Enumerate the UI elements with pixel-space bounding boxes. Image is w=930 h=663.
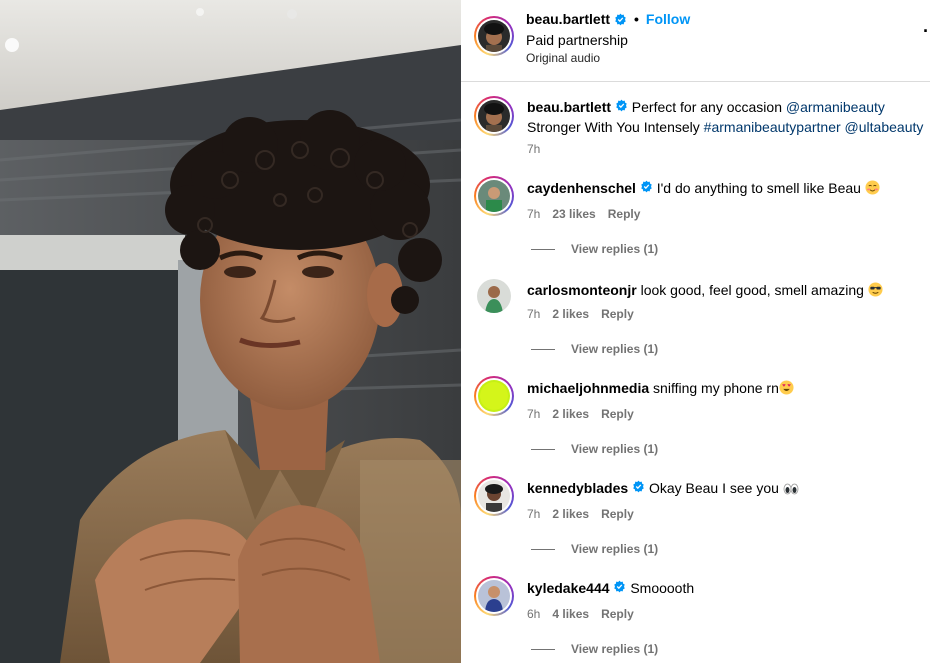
comment-avatar[interactable] (474, 476, 514, 516)
comment-meta: 7h 2 likes Reply (527, 307, 634, 321)
comment-body: I'd do anything to smell like Beau (656, 180, 861, 196)
divider-line (531, 548, 555, 550)
reply-button[interactable]: Reply (601, 507, 634, 521)
comment-timestamp[interactable]: 7h (527, 507, 540, 521)
divider-line (531, 248, 555, 250)
reply-button[interactable]: Reply (601, 407, 634, 421)
divider-line (531, 448, 555, 450)
comment-likes-count[interactable]: 4 likes (552, 607, 589, 621)
caption-username[interactable]: beau.bartlett (527, 99, 611, 115)
follow-button[interactable]: Follow (646, 11, 690, 27)
comment-likes-count[interactable]: 2 likes (552, 407, 589, 421)
comment-body: look good, feel good, smell amazing (640, 282, 864, 298)
comment-username[interactable]: michaeljohnmedia (527, 380, 649, 396)
comment-text: kyledake444 Smooooth (527, 578, 927, 598)
comment-text: caydenhenschel I'd do anything to smell … (527, 178, 927, 198)
view-replies-button[interactable]: View replies (1) (531, 542, 658, 556)
view-replies-label: View replies (1) (571, 242, 659, 256)
comment-username[interactable]: carlosmonteonjr (527, 282, 637, 298)
comment-avatar-image (478, 580, 510, 612)
post-header: beau.bartlett • Follow Paid partnership … (461, 0, 930, 82)
view-replies-label: View replies (1) (571, 642, 659, 656)
comment-avatar-image (478, 380, 510, 412)
verified-badge-icon (615, 13, 626, 25)
caption-meta: 7h (527, 142, 540, 156)
comment-likes-count[interactable]: 2 likes (552, 307, 589, 321)
comment-avatar[interactable] (474, 176, 514, 216)
comment-meta: 7h 23 likes Reply (527, 207, 640, 221)
caption-text-part: Perfect for any occasion (631, 99, 786, 115)
post-media-video[interactable] (0, 0, 461, 663)
author-avatar[interactable] (474, 16, 514, 56)
comment-meta: 7h 2 likes Reply (527, 507, 634, 521)
author-name-row: beau.bartlett • Follow (526, 11, 690, 27)
comment-text: kennedyblades Okay Beau I see you (527, 478, 927, 498)
comment-avatar[interactable] (477, 279, 511, 313)
more-options-icon[interactable]: · (923, 22, 929, 40)
divider-line (531, 648, 555, 650)
author-avatar-image (478, 20, 510, 52)
reply-button[interactable]: Reply (608, 207, 641, 221)
comment-avatar-image (478, 180, 510, 212)
author-username[interactable]: beau.bartlett (526, 11, 610, 27)
comment-timestamp[interactable]: 6h (527, 607, 540, 621)
view-replies-button[interactable]: View replies (1) (531, 342, 658, 356)
comment-username[interactable]: caydenhenschel (527, 180, 636, 196)
mention-armanibeauty[interactable]: @armanibeauty (786, 99, 885, 115)
caption-avatar[interactable] (474, 96, 514, 136)
view-replies-button[interactable]: View replies (1) (531, 442, 658, 456)
view-replies-label: View replies (1) (571, 542, 659, 556)
comment-username[interactable]: kennedyblades (527, 480, 628, 496)
view-replies-label: View replies (1) (571, 442, 659, 456)
sunglasses-face-icon (868, 282, 883, 297)
comment-likes-count[interactable]: 2 likes (552, 507, 589, 521)
post-image (0, 0, 461, 663)
comment-avatar-image (478, 480, 510, 512)
blushing-face-icon (865, 180, 880, 195)
instagram-post-view: beau.bartlett • Follow Paid partnership … (0, 0, 930, 663)
caption-avatar-image (478, 100, 510, 132)
hashtag-armanibeautypartner[interactable]: #armanibeautypartner (704, 119, 841, 135)
comment-username[interactable]: kyledake444 (527, 580, 610, 596)
verified-badge-icon (641, 180, 652, 193)
comment-meta: 7h 2 likes Reply (527, 407, 634, 421)
reply-button[interactable]: Reply (601, 307, 634, 321)
paid-partnership-label[interactable]: Paid partnership (526, 32, 628, 48)
view-replies-button[interactable]: View replies (1) (531, 242, 658, 256)
comment-avatar[interactable] (474, 576, 514, 616)
comment-timestamp[interactable]: 7h (527, 407, 540, 421)
caption-text-part: Stronger With You Intensely (527, 119, 704, 135)
view-replies-label: View replies (1) (571, 342, 659, 356)
view-replies-button[interactable]: View replies (1) (531, 642, 658, 656)
comment-avatar[interactable] (474, 376, 514, 416)
caption-text: beau.bartlett Perfect for any occasion @… (527, 97, 927, 137)
comment-body: Smooooth (630, 580, 695, 596)
verified-badge-icon (616, 99, 627, 112)
caption-timestamp[interactable]: 7h (527, 142, 540, 156)
eyes-icon (783, 483, 799, 495)
verified-badge-icon (633, 480, 644, 493)
original-audio-link[interactable]: Original audio (526, 51, 600, 65)
comment-avatar-image (477, 279, 511, 313)
comment-timestamp[interactable]: 7h (527, 307, 540, 321)
comment-body: Okay Beau I see you (648, 480, 779, 496)
comment-meta: 6h 4 likes Reply (527, 607, 634, 621)
divider-line (531, 348, 555, 350)
comment-body: sniffing my phone rn (653, 380, 779, 396)
comment-timestamp[interactable]: 7h (527, 207, 540, 221)
comment-likes-count[interactable]: 23 likes (552, 207, 595, 221)
reply-button[interactable]: Reply (601, 607, 634, 621)
separator-dot: • (634, 11, 639, 27)
comment-text: carlosmonteonjr look good, feel good, sm… (527, 280, 927, 300)
heart-eyes-face-icon (779, 380, 794, 395)
post-details-panel: beau.bartlett • Follow Paid partnership … (461, 0, 930, 663)
verified-badge-icon (614, 580, 626, 593)
mention-ultabeauty[interactable]: @ultabeauty (845, 119, 924, 135)
comment-text: michaeljohnmedia sniffing my phone rn (527, 378, 927, 398)
